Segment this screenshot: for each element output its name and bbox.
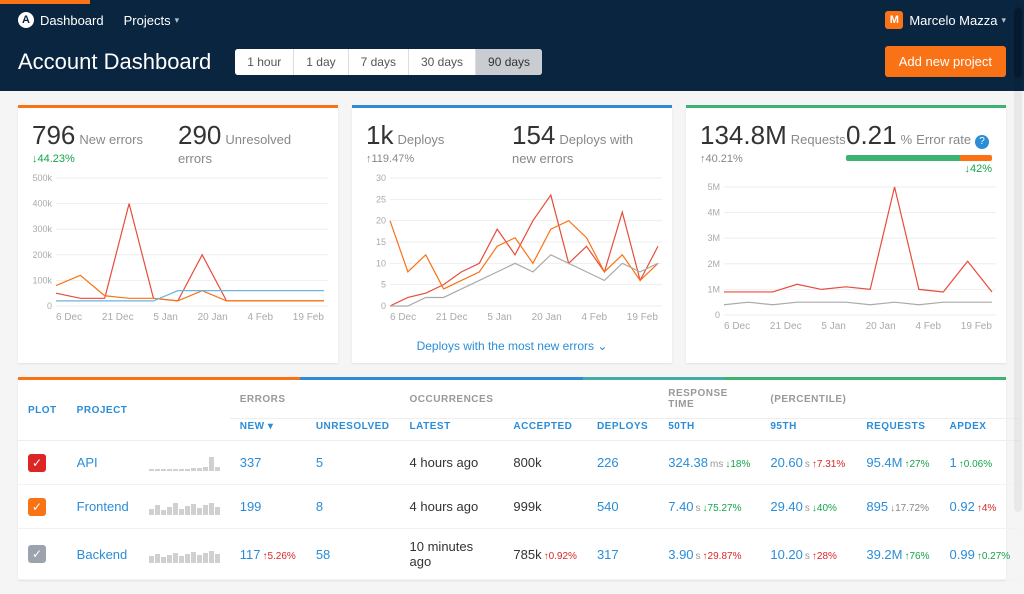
- svg-text:200k: 200k: [32, 250, 52, 260]
- col-unresolved[interactable]: UNRESOLVED: [306, 419, 400, 441]
- sparkline: [149, 543, 220, 563]
- col-95th[interactable]: 95TH: [760, 419, 856, 441]
- range-7-days[interactable]: 7 days: [349, 49, 409, 75]
- svg-text:20: 20: [376, 216, 386, 226]
- chart-requests: 01M2M3M4M5M6 Dec21 Dec5 Jan20 Jan4 Feb19…: [686, 179, 1006, 342]
- delta-label: 119.47%: [366, 153, 512, 165]
- svg-text:25: 25: [376, 194, 386, 204]
- scroll-thumb[interactable]: [1014, 8, 1022, 78]
- svg-text:0: 0: [381, 301, 386, 310]
- page-title: Account Dashboard: [18, 49, 211, 75]
- svg-text:400k: 400k: [32, 199, 52, 209]
- sparkline: [149, 495, 220, 515]
- range-1-day[interactable]: 1 day: [294, 49, 348, 75]
- svg-text:3M: 3M: [707, 233, 720, 243]
- col-requests[interactable]: REQUESTS: [856, 419, 939, 441]
- svg-text:5M: 5M: [707, 182, 720, 192]
- col-apdex[interactable]: APDEX: [940, 419, 1021, 441]
- card-requests: 134.8MRequests 40.21% 0.21%Error rate? 4…: [686, 105, 1006, 363]
- add-project-button[interactable]: Add new project: [885, 46, 1006, 77]
- chevron-down-icon: ▾: [175, 15, 180, 26]
- svg-text:100k: 100k: [32, 275, 52, 285]
- range-30-days[interactable]: 30 days: [409, 49, 476, 75]
- scrollbar[interactable]: [1014, 4, 1022, 512]
- help-icon[interactable]: ?: [975, 135, 989, 149]
- delta-label: 44.23%: [32, 153, 178, 165]
- nav-dashboard[interactable]: ADashboard: [18, 12, 104, 28]
- error-rate-bar: [846, 155, 992, 161]
- col-project[interactable]: PROJECT: [67, 380, 139, 441]
- col-plot[interactable]: PLOT: [18, 380, 67, 441]
- deploys-link[interactable]: Deploys with the most new errors ⌄: [352, 333, 672, 363]
- svg-text:30: 30: [376, 173, 386, 183]
- page-header: Account Dashboard 1 hour1 day7 days30 da…: [0, 36, 1024, 91]
- plot-checkbox[interactable]: ✓: [28, 454, 46, 472]
- table-row: ✓Frontend19984 hours ago999k5407.40s75.2…: [18, 485, 1020, 529]
- top-nav: ADashboard Projects▾ MMarcelo Mazza▾: [0, 4, 1024, 36]
- card-deploys: 1kDeploys 119.47% 154Deploys with new er…: [352, 105, 672, 363]
- col-accepted[interactable]: ACCEPTED: [503, 419, 587, 441]
- user-menu[interactable]: MMarcelo Mazza▾: [885, 11, 1006, 29]
- svg-text:10: 10: [376, 258, 386, 268]
- project-link[interactable]: API: [77, 455, 98, 470]
- col-deploys[interactable]: DEPLOYS: [587, 419, 658, 441]
- chart-errors: 0100k200k300k400k500k6 Dec21 Dec5 Jan20 …: [18, 170, 338, 333]
- svg-text:500k: 500k: [32, 173, 52, 183]
- table-row: ✓Backend1175.26%5810 minutes ago785k0.92…: [18, 529, 1020, 580]
- svg-text:5: 5: [381, 280, 386, 290]
- time-range-group: 1 hour1 day7 days30 days90 days: [235, 49, 542, 75]
- table-row: ✓API33754 hours ago800k226324.38ms18%20.…: [18, 441, 1020, 485]
- svg-text:300k: 300k: [32, 224, 52, 234]
- plot-checkbox[interactable]: ✓: [28, 498, 46, 516]
- svg-text:1M: 1M: [707, 284, 720, 294]
- projects-table: PLOT PROJECT ERRORS OCCURRENCES RESPONSE…: [18, 377, 1006, 580]
- project-link[interactable]: Backend: [77, 547, 128, 562]
- svg-text:15: 15: [376, 237, 386, 247]
- card-new-errors: 796New errors 44.23% 290Unresolved error…: [18, 105, 338, 363]
- chevron-down-icon: ⌄: [597, 339, 607, 353]
- chevron-down-icon: ▾: [1001, 15, 1006, 26]
- avatar: M: [885, 11, 903, 29]
- plot-checkbox[interactable]: ✓: [28, 545, 46, 563]
- sparkline: [149, 451, 220, 471]
- chart-deploys: 0510152025306 Dec21 Dec5 Jan20 Jan4 Feb1…: [352, 170, 672, 333]
- range-1-hour[interactable]: 1 hour: [235, 49, 294, 75]
- svg-text:4M: 4M: [707, 208, 720, 218]
- svg-text:0: 0: [715, 310, 720, 319]
- svg-text:2M: 2M: [707, 259, 720, 269]
- col-50th[interactable]: 50TH: [658, 419, 760, 441]
- delta-label: 40.21%: [700, 153, 846, 165]
- svg-text:0: 0: [47, 301, 52, 310]
- range-90-days[interactable]: 90 days: [476, 49, 542, 75]
- nav-projects[interactable]: Projects▾: [124, 13, 180, 28]
- col-latest[interactable]: LATEST: [400, 419, 504, 441]
- col-new[interactable]: NEW: [230, 419, 306, 441]
- logo-icon: A: [18, 12, 34, 28]
